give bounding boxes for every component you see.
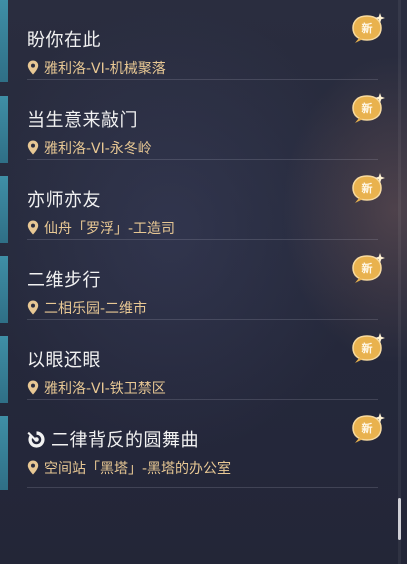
quest-location: 仙舟「罗浮」-工造司: [27, 218, 175, 238]
location-pin-icon: [27, 460, 39, 475]
new-badge-label: 新: [361, 262, 373, 275]
new-badge-label: 新: [361, 22, 373, 35]
location-pin-icon: [27, 60, 39, 75]
new-badge-label: 新: [361, 182, 373, 195]
quest-title: 当生意来敲门: [27, 106, 138, 132]
quest-accent-bar: [0, 416, 8, 490]
quest-title-text: 二维步行: [27, 270, 101, 291]
quest-list-item[interactable]: 当生意来敲门 雅利洛-VI-永冬岭 新: [0, 80, 392, 163]
quest-location-text: 雅利洛-VI-铁卫禁区: [44, 381, 166, 397]
quest-title: 盼你在此: [27, 26, 101, 52]
quest-location: 空间站「黑塔」-黑塔的办公室: [27, 458, 231, 478]
new-badge: 新: [350, 92, 386, 124]
quest-accent-bar: [0, 0, 8, 82]
new-badge-label: 新: [361, 342, 373, 355]
quest-list-item[interactable]: 亦师亦友 仙舟「罗浮」-工造司 新: [0, 160, 392, 243]
quest-title: 以眼还眼: [27, 346, 101, 372]
quest-title: 二律背反的圆舞曲: [27, 426, 199, 452]
quest-title-text: 以眼还眼: [27, 350, 101, 371]
quest-location: 雅利洛-VI-铁卫禁区: [27, 378, 166, 398]
quest-location: 二相乐园-二维市: [27, 298, 147, 318]
quest-location-text: 空间站「黑塔」-黑塔的办公室: [44, 461, 232, 477]
new-badge: 新: [350, 332, 386, 364]
quest-list-item[interactable]: 二维步行 二相乐园-二维市 新: [0, 240, 392, 323]
new-badge: 新: [350, 172, 386, 204]
quest-title-text: 盼你在此: [27, 30, 101, 51]
new-badge: 新: [350, 412, 386, 444]
new-badge-label: 新: [361, 102, 373, 115]
quest-location-text: 雅利洛-VI-机械聚落: [44, 61, 166, 77]
scrollbar-thumb[interactable]: [398, 498, 401, 540]
quest-accent-bar: [0, 96, 8, 163]
quest-list-item[interactable]: 二律背反的圆舞曲 空间站「黑塔」-黑塔的办公室 新: [0, 400, 392, 490]
quest-accent-bar: [0, 256, 8, 323]
new-badge: 新: [350, 12, 386, 44]
quest-location-text: 雅利洛-VI-永冬岭: [44, 141, 152, 157]
quest-list: 盼你在此 雅利洛-VI-机械聚落 新 当生意来敲门 雅利洛-VI-永冬岭 新 亦…: [0, 0, 407, 564]
quest-title-text: 当生意来敲门: [27, 110, 138, 131]
quest-location-text: 仙舟「罗浮」-工造司: [44, 221, 176, 237]
new-badge: 新: [350, 252, 386, 284]
quest-location: 雅利洛-VI-机械聚落: [27, 58, 166, 78]
quest-location-text: 二相乐园-二维市: [44, 301, 148, 317]
divider: [27, 487, 378, 488]
scrollbar-track[interactable]: [398, 0, 401, 564]
quest-list-item[interactable]: 以眼还眼 雅利洛-VI-铁卫禁区 新: [0, 320, 392, 403]
quest-location: 雅利洛-VI-永冬岭: [27, 138, 152, 158]
location-pin-icon: [27, 380, 39, 395]
location-pin-icon: [27, 140, 39, 155]
trailblaze-mission-icon: [27, 431, 45, 448]
quest-accent-bar: [0, 176, 8, 243]
quest-title: 亦师亦友: [27, 186, 101, 212]
location-pin-icon: [27, 300, 39, 315]
new-badge-label: 新: [361, 422, 373, 435]
quest-title: 二维步行: [27, 266, 101, 292]
quest-title-text: 亦师亦友: [27, 190, 101, 211]
location-pin-icon: [27, 220, 39, 235]
quest-accent-bar: [0, 336, 8, 403]
quest-title-text: 二律背反的圆舞曲: [51, 430, 199, 451]
quest-list-item[interactable]: 盼你在此 雅利洛-VI-机械聚落 新: [0, 0, 392, 82]
